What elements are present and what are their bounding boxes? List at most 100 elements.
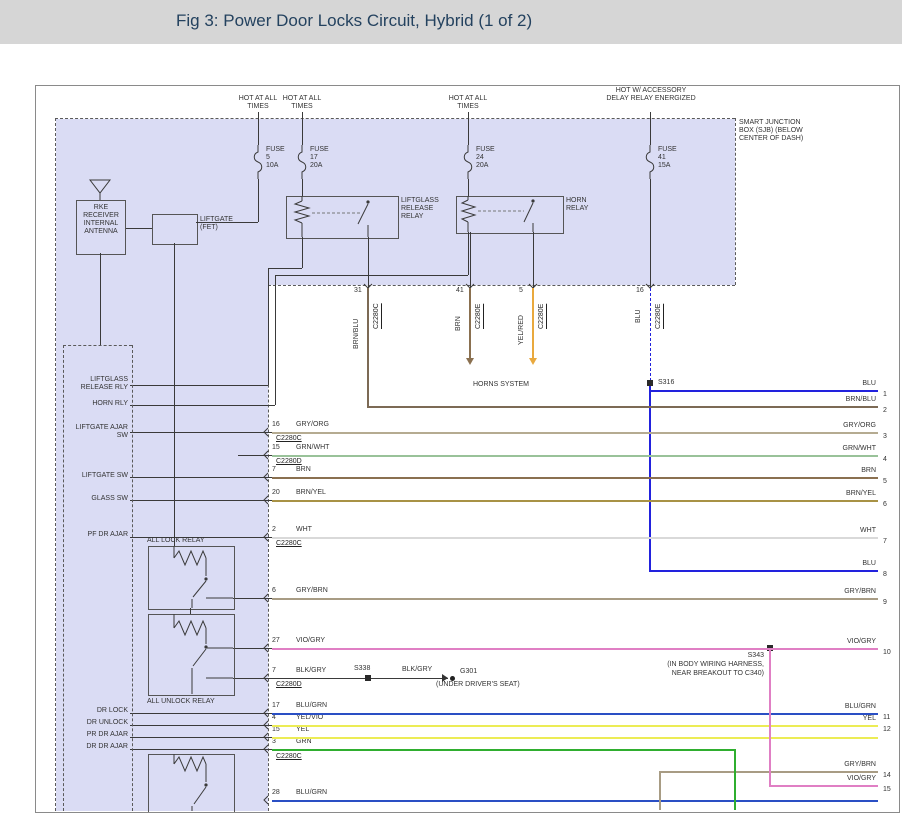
circuit-number: 4 (883, 456, 887, 463)
connector-chevron-icon (262, 593, 270, 603)
wire-brn (272, 477, 878, 479)
wire-color-label: BRN/BLU (353, 297, 360, 349)
wire-color-label: WHT (860, 527, 876, 534)
fuse-name: FUSE (266, 146, 285, 154)
wire-color-label: WHT (296, 526, 312, 533)
liftgate-fet-label: LIFTGATE (FET) (200, 216, 244, 232)
horn-relay-label: HORN RELAY (566, 197, 598, 213)
connector-label[interactable]: C2280E (538, 291, 545, 329)
connector-label[interactable]: C2280C (276, 540, 302, 547)
wire (302, 179, 303, 196)
wire-vio-gry (272, 648, 878, 650)
wire (258, 112, 259, 145)
wire-color-label: BLU/GRN (296, 702, 327, 709)
circuit-number: 7 (883, 538, 887, 545)
connector-chevron-icon (262, 495, 270, 505)
ground-g301-label: G301 (460, 668, 477, 676)
wire (130, 405, 275, 406)
wire-color-label: BRN (861, 467, 876, 474)
wire-color-label: GRY/ORG (296, 421, 329, 428)
power-label-4: HOT W/ ACCESSORY DELAY RELAY ENERGIZED (606, 87, 696, 103)
connector-chevron-icon (262, 450, 270, 460)
wire (468, 179, 469, 196)
connector-chevron-icon (262, 673, 270, 683)
wire-color-label: VIO/GRY (847, 638, 876, 645)
label-dr-dr-ajar: DR DR AJAR (66, 743, 128, 751)
wire-brn-blu (367, 288, 369, 408)
wire-color-label: BRN (296, 466, 311, 473)
label-liftgate-ajar-sw: LIFTGATE AJAR SW (74, 424, 128, 440)
all-unlock-relay-label: ALL UNLOCK RELAY (147, 698, 215, 706)
wire-wht (272, 537, 878, 539)
connector-label[interactable]: C2280C (276, 753, 302, 761)
figure-header: Fig 3: Power Door Locks Circuit, Hybrid … (0, 0, 902, 44)
wire-color-label: GRY/BRN (844, 761, 876, 768)
wire-gry-brn (272, 598, 878, 600)
fuse-icon (644, 145, 656, 179)
wire (130, 385, 268, 386)
connector-label[interactable]: C2280D (276, 458, 302, 465)
fuse-icon (462, 145, 474, 179)
wire-color-label: VIO/GRY (847, 775, 876, 782)
splice-s316-label: S316 (658, 379, 674, 387)
wire (533, 232, 534, 288)
circuit-number: 1 (883, 391, 887, 398)
rke-receiver-box: RKE RECEIVER INTERNAL ANTENNA (76, 200, 126, 255)
wire-color-label: GRN (296, 738, 312, 745)
power-label-3: HOT AT ALL TIMES (444, 95, 492, 111)
wire (130, 713, 272, 714)
fuse-label: FUSE 24 20A (476, 146, 495, 170)
wire-color-label: BLK/GRY (296, 667, 326, 674)
relay-coil-switch-icon (286, 196, 397, 237)
fuse-rating: 20A (310, 162, 329, 170)
fuse-number: 5 (266, 154, 285, 162)
wire-gry-brn (659, 771, 661, 810)
wire (470, 232, 471, 288)
label-liftglass-release-rly: LIFTGLASS RELEASE RLY (62, 376, 128, 392)
wire (468, 112, 469, 145)
connector-chevron-icon (262, 532, 270, 542)
wire-color-label: GRN/WHT (843, 445, 876, 452)
connector-label[interactable]: C2280E (475, 291, 482, 329)
fuse-number: 17 (310, 154, 329, 162)
sjb-dashed-border (55, 118, 56, 811)
relay-coil-switch-icon (148, 546, 233, 608)
connector-label[interactable]: C2280C (276, 435, 302, 442)
connector-label[interactable]: C2280D (276, 681, 302, 688)
wire (130, 725, 272, 726)
wire (130, 432, 272, 433)
pin-number: 5 (519, 287, 523, 294)
connector-chevron-icon (262, 427, 270, 437)
wire (275, 275, 276, 405)
wire-color-label: GRY/BRN (296, 587, 328, 594)
circuit-number: 5 (883, 478, 887, 485)
pin-number: 7 (272, 466, 276, 473)
pin-number: 3 (272, 738, 276, 745)
fuse-icon (296, 145, 308, 179)
circuit-number: 11 (883, 714, 890, 721)
wire-color-label: BLU (635, 297, 642, 323)
horns-system-label: HORNS SYSTEM (446, 381, 556, 389)
sjb-dashed-border (735, 118, 736, 285)
circuit-number: 6 (883, 501, 887, 508)
liftgate-fet-box (152, 214, 198, 245)
pin-number: 15 (272, 444, 280, 451)
connector-chevron-icon (262, 732, 270, 742)
connector-label[interactable]: C2280C (373, 291, 380, 329)
power-label-2: HOT AT ALL TIMES (278, 95, 326, 111)
splice-s343-note: NEAR BREAKOUT TO C340) (604, 670, 764, 678)
wire (268, 268, 302, 269)
fuse-rating: 20A (476, 162, 495, 170)
pin-number: 27 (272, 637, 280, 644)
label-dr-lock: DR LOCK (82, 707, 128, 715)
connector-label[interactable]: C2280E (655, 291, 662, 329)
wire (650, 179, 651, 288)
wire-vio-gry (769, 650, 771, 787)
circuit-number: 2 (883, 407, 887, 414)
wire-brn-blu (367, 406, 878, 408)
fuse-name: FUSE (310, 146, 329, 154)
connector-chevron-icon (262, 795, 270, 805)
pin-number: 16 (636, 287, 644, 294)
wire (275, 275, 468, 276)
splice-s343-label: S343 (624, 652, 764, 660)
